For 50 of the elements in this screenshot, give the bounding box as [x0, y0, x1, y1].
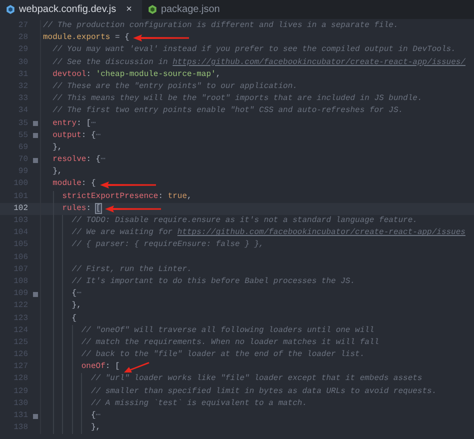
- code-line: output: {⋯: [52, 130, 101, 142]
- code-line: // We are waiting for https://github.com/facebookincubator/create-react-app/issues: [72, 227, 466, 240]
- code-line: {⋯: [90, 410, 101, 422]
- line-number: 102: [12, 202, 29, 215]
- code-line: // smaller than specified limit in bytes as data URLs to avoid requests.: [90, 386, 437, 398]
- code-line: // { parser: { requireEnsure: false } },: [72, 239, 264, 252]
- code-line: // "oneOf" will traverse all following loaders until one will: [81, 324, 374, 337]
- code-line: module.exports = {: [43, 32, 130, 44]
- code-line: },: [52, 142, 62, 154]
- code-line: entry: [⋯: [52, 118, 96, 130]
- code-line: },: [72, 300, 82, 312]
- arrow: [100, 180, 156, 189]
- fold-marker[interactable]: [32, 121, 38, 126]
- code-line: {: [72, 312, 77, 324]
- code-line: rules: [: [62, 202, 101, 215]
- hexagon-icon: [6, 5, 15, 14]
- code-line: // See the discussion in https://github.com/facebookincubator/create-react-app/issues/: [52, 56, 466, 69]
- code-line: // It's important to do this before Babel processes the JS.: [72, 276, 356, 288]
- hexagon-icon: [148, 5, 157, 14]
- code-line: // You may want 'eval' instead if you prefer to see the compiled output in DevTools.: [52, 44, 456, 56]
- code-line: // First, run the Linter.: [72, 264, 192, 276]
- code-line: // These are the "entry points" to our application.: [52, 80, 298, 93]
- code-line: // TODO: Disable require.ensure as it's not a standard language feature.: [72, 215, 418, 227]
- arrow: [133, 34, 190, 42]
- arrow: [124, 362, 150, 373]
- code-line: resolve: {⋯: [52, 154, 106, 166]
- code-line: // A missing `test` is equivalent to a match.: [90, 398, 308, 410]
- editor-tab[interactable]: package.json: [142, 0, 230, 19]
- code-line: // back to the "file" loader at the end of the loader list.: [81, 349, 365, 362]
- link[interactable]: https://github.com/facebookincubator/create-react-app/issues/: [172, 58, 466, 67]
- arrow: [104, 204, 161, 213]
- code-line: },: [52, 166, 62, 178]
- code-line: // The first two entry points enable "hot" CSS and auto-refreshes for JS.: [52, 105, 404, 118]
- code-line: // The production configuration is different and lives in a separate file.: [43, 20, 398, 32]
- code-line: // "url" loader works like "file" loader except that it embeds assets: [90, 373, 422, 386]
- fold-marker[interactable]: [32, 414, 38, 419]
- fold-marker[interactable]: [32, 133, 38, 138]
- code-line: strictExportPresence: true,: [62, 190, 192, 203]
- code-line: // This means they will be the "root" imports that are included in JS bundle.: [52, 93, 422, 106]
- code-line: },: [90, 422, 101, 434]
- link[interactable]: https://github.com/facebookincubator/create-react-app/issues: [177, 228, 466, 238]
- editor-tab[interactable]: webpack.config.dev.js ×: [0, 0, 142, 19]
- code-line: devtool: 'cheap-module-source-map',: [52, 68, 221, 81]
- close-icon[interactable]: ×: [126, 4, 132, 15]
- code-line: {⋯: [72, 288, 82, 300]
- code-line: // match the requirements. When no loader matches it will fall: [81, 336, 380, 349]
- code-line: oneOf: [: [81, 361, 120, 374]
- fold-marker[interactable]: [32, 292, 38, 297]
- fold-marker[interactable]: [32, 158, 38, 163]
- code-line: module: {: [52, 178, 96, 190]
